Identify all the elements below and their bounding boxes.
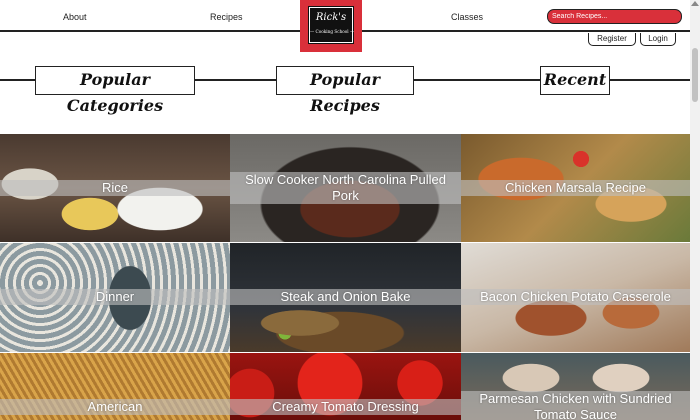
divider-line xyxy=(610,79,690,81)
recent-tile-parmesan-chicken[interactable]: Parmesan Chicken with Sundried Tomato Sa… xyxy=(461,353,690,420)
logo-title: Rick's xyxy=(315,12,347,23)
search-input[interactable] xyxy=(552,11,672,22)
scrollbar-thumb[interactable] xyxy=(692,48,698,102)
tile-label: Creamy Tomato Dressing xyxy=(230,399,461,415)
section-heading-recent: Recent xyxy=(540,66,610,95)
tile-label: Bacon Chicken Potato Casserole xyxy=(461,289,690,305)
section-heading-popular-categories: Popular Categories xyxy=(35,66,195,115)
category-tile-rice[interactable]: Rice xyxy=(0,134,230,242)
logo-badge: Rick's — Cooking School — xyxy=(308,6,355,44)
recipe-tile-steak-onion-bake[interactable]: Steak and Onion Bake xyxy=(230,243,461,352)
divider-line xyxy=(414,79,540,81)
login-button[interactable]: Login xyxy=(640,33,676,46)
tile-label: Dinner xyxy=(0,289,230,305)
nav-about-link[interactable]: About xyxy=(63,12,87,22)
register-button[interactable]: Register xyxy=(588,33,636,46)
page-scrollbar[interactable] xyxy=(690,0,700,420)
tile-label: Parmesan Chicken with Sundried Tomato Sa… xyxy=(461,391,690,420)
category-tile-american[interactable]: American xyxy=(0,353,230,420)
recipe-tile-pulled-pork[interactable]: Slow Cooker North Carolina Pulled Pork xyxy=(230,134,461,242)
tile-label: Steak and Onion Bake xyxy=(230,289,461,305)
tile-label: American xyxy=(0,399,230,415)
divider-line xyxy=(195,79,276,81)
recipe-tile-creamy-tomato-dressing[interactable]: Creamy Tomato Dressing xyxy=(230,353,461,420)
recent-tile-chicken-marsala[interactable]: Chicken Marsala Recipe xyxy=(461,134,690,242)
category-tile-dinner[interactable]: Dinner xyxy=(0,243,230,352)
section-heading-popular-recipes: Popular Recipes xyxy=(276,66,414,115)
site-logo[interactable]: Rick's — Cooking School — xyxy=(300,0,362,52)
logo-subtitle: — Cooking School — xyxy=(310,29,355,34)
scroll-up-arrow-icon[interactable] xyxy=(691,1,699,6)
recent-tile-bacon-chicken-casserole[interactable]: Bacon Chicken Potato Casserole xyxy=(461,243,690,352)
divider-line xyxy=(0,79,35,81)
nav-classes-link[interactable]: Classes xyxy=(451,12,483,22)
tile-label: Slow Cooker North Carolina Pulled Pork xyxy=(230,172,461,204)
search-box[interactable] xyxy=(547,9,682,24)
nav-recipes-link[interactable]: Recipes xyxy=(210,12,243,22)
tile-label: Chicken Marsala Recipe xyxy=(461,180,690,196)
tile-label: Rice xyxy=(0,180,230,196)
